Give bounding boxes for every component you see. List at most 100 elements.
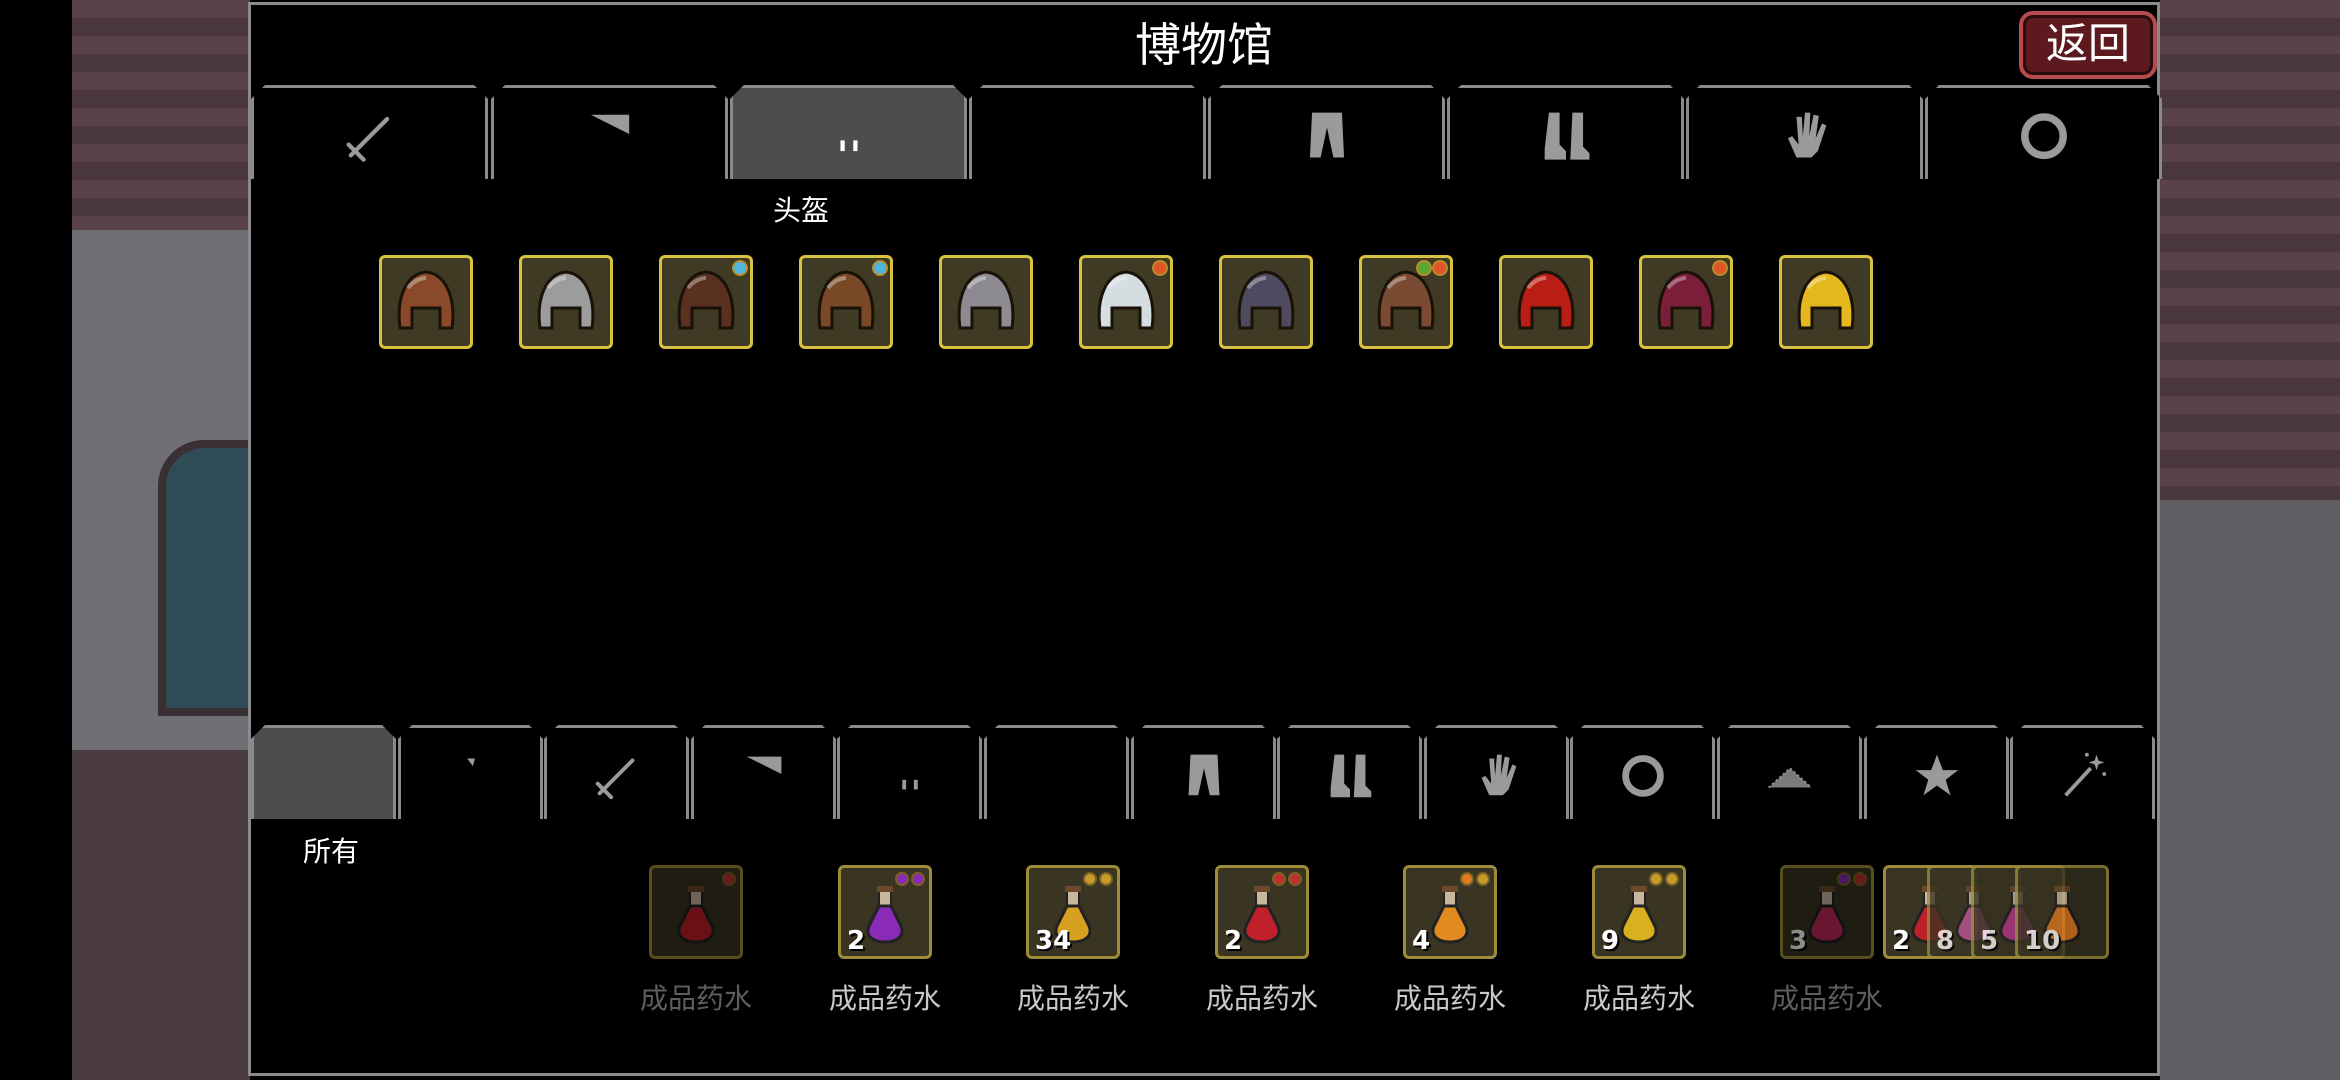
back-button[interactable]: 返回: [2019, 11, 2157, 79]
effect-badge: [1099, 872, 1113, 886]
page-title: 博物馆: [1135, 18, 1273, 72]
filter-tab-infinity[interactable]: [251, 725, 396, 819]
tab-gloves[interactable]: [1686, 85, 1923, 179]
gold-knight-helm-icon: [1797, 270, 1855, 330]
right-wall: [2160, 500, 2340, 1080]
effect-badge: [1853, 872, 1867, 886]
effect-badge: [1460, 872, 1474, 886]
item-name: 成品药水: [1016, 982, 1129, 1015]
tab-pants[interactable]: [1208, 85, 1445, 179]
filter-tab-wand[interactable]: [2010, 725, 2155, 819]
tab-armor[interactable]: [969, 85, 1206, 179]
gem-socket: [1152, 260, 1168, 276]
item-count: 3: [1789, 926, 1808, 956]
item-name: 成品药水: [639, 982, 752, 1015]
inventory-slot[interactable]: 3: [1780, 865, 1874, 959]
tab-sword[interactable]: [251, 85, 488, 179]
filter-tab-armor[interactable]: [984, 725, 1129, 819]
helmet-item[interactable]: [659, 255, 753, 349]
helmet-item[interactable]: [1219, 255, 1313, 349]
pants-icon: [1295, 102, 1359, 166]
item-count: 34: [1035, 926, 1072, 956]
tab-boots[interactable]: [1447, 85, 1684, 179]
museum-panel: 博物馆 返回 头盔 所有 成品药水 2 成品药水 34 成品药水 2 成品药水 …: [248, 2, 2160, 1076]
stacked-inventory-slot[interactable]: 10: [2015, 865, 2109, 959]
stone-helm-icon: [957, 270, 1015, 330]
effect-badge: [1288, 872, 1302, 886]
helmet-item[interactable]: [1639, 255, 1733, 349]
gem-socket: [1712, 260, 1728, 276]
wand-icon: [2054, 745, 2112, 803]
gem-socket: [1416, 260, 1432, 276]
left-roof: [72, 0, 250, 230]
infinity-icon: [295, 745, 353, 803]
effect-badge: [1476, 872, 1490, 886]
effect-badge: [911, 872, 925, 886]
item-name: 成品药水: [1770, 982, 1883, 1015]
shield-icon: [735, 745, 793, 803]
tab-ring[interactable]: [1925, 85, 2162, 179]
inventory-slot[interactable]: 2: [838, 865, 932, 959]
bag-icon: [442, 745, 500, 803]
item-count: 10: [2024, 926, 2061, 956]
armor-icon: [1056, 102, 1120, 166]
effect-badge: [1837, 872, 1851, 886]
active-filter-label: 所有: [302, 835, 359, 868]
item-count: 2: [847, 926, 866, 956]
boots-icon: [1321, 745, 1379, 803]
star-icon: [1908, 745, 1966, 803]
gloves-icon: [1773, 102, 1837, 166]
tab-helmet[interactable]: [730, 85, 967, 179]
tab-shield[interactable]: [491, 85, 728, 179]
helmet-item[interactable]: [1499, 255, 1593, 349]
item-name: 成品药水: [1205, 982, 1318, 1015]
boots-icon: [1534, 102, 1598, 166]
filter-tab-gloves[interactable]: [1424, 725, 1569, 819]
effect-badge: [722, 872, 736, 886]
red-knight-helm-icon: [1517, 270, 1575, 330]
filter-tab-shield[interactable]: [691, 725, 836, 819]
helmet-item[interactable]: [939, 255, 1033, 349]
ring-icon: [1614, 745, 1672, 803]
helmet-icon: [817, 102, 881, 166]
inventory-slot[interactable]: 9: [1592, 865, 1686, 959]
helmet-item[interactable]: [1079, 255, 1173, 349]
helmet-item[interactable]: [1359, 255, 1453, 349]
item-count: 4: [1412, 926, 1431, 956]
cloak-icon: [1761, 745, 1819, 803]
effect-badge: [1649, 872, 1663, 886]
pants-icon: [1175, 745, 1233, 803]
inventory-slot[interactable]: 34: [1026, 865, 1120, 959]
item-count: 5: [1980, 926, 1999, 956]
dark-hood-icon: [1237, 270, 1295, 330]
effect-badge: [1665, 872, 1679, 886]
helmet-item[interactable]: [379, 255, 473, 349]
inventory-slot[interactable]: 4: [1403, 865, 1497, 959]
ring-icon: [2012, 102, 2076, 166]
inventory-slot[interactable]: [649, 865, 743, 959]
armor-icon: [1028, 745, 1086, 803]
effect-badge: [895, 872, 909, 886]
helmet-item[interactable]: [799, 255, 893, 349]
item-count: 8: [1936, 926, 1955, 956]
filter-tab-cloak[interactable]: [1717, 725, 1862, 819]
helmet-item[interactable]: [1779, 255, 1873, 349]
helmet-item[interactable]: [519, 255, 613, 349]
filter-tab-bag[interactable]: [398, 725, 543, 819]
item-name: 成品药水: [1393, 982, 1506, 1015]
leather-hood-icon: [397, 270, 455, 330]
filter-tab-boots[interactable]: [1277, 725, 1422, 819]
active-tab-label: 头盔: [772, 194, 829, 227]
filter-tab-ring[interactable]: [1570, 725, 1715, 819]
gem-socket: [1432, 260, 1448, 276]
sword-icon: [588, 745, 646, 803]
filter-tab-helmet[interactable]: [837, 725, 982, 819]
iron-mask-helm-icon: [537, 270, 595, 330]
filter-tab-pants[interactable]: [1131, 725, 1276, 819]
item-count: 2: [1224, 926, 1243, 956]
filter-tab-sword[interactable]: [544, 725, 689, 819]
filter-tab-star[interactable]: [1864, 725, 2009, 819]
effect-badge: [1083, 872, 1097, 886]
inventory-slot[interactable]: 2: [1215, 865, 1309, 959]
helmet-icon: [881, 745, 939, 803]
